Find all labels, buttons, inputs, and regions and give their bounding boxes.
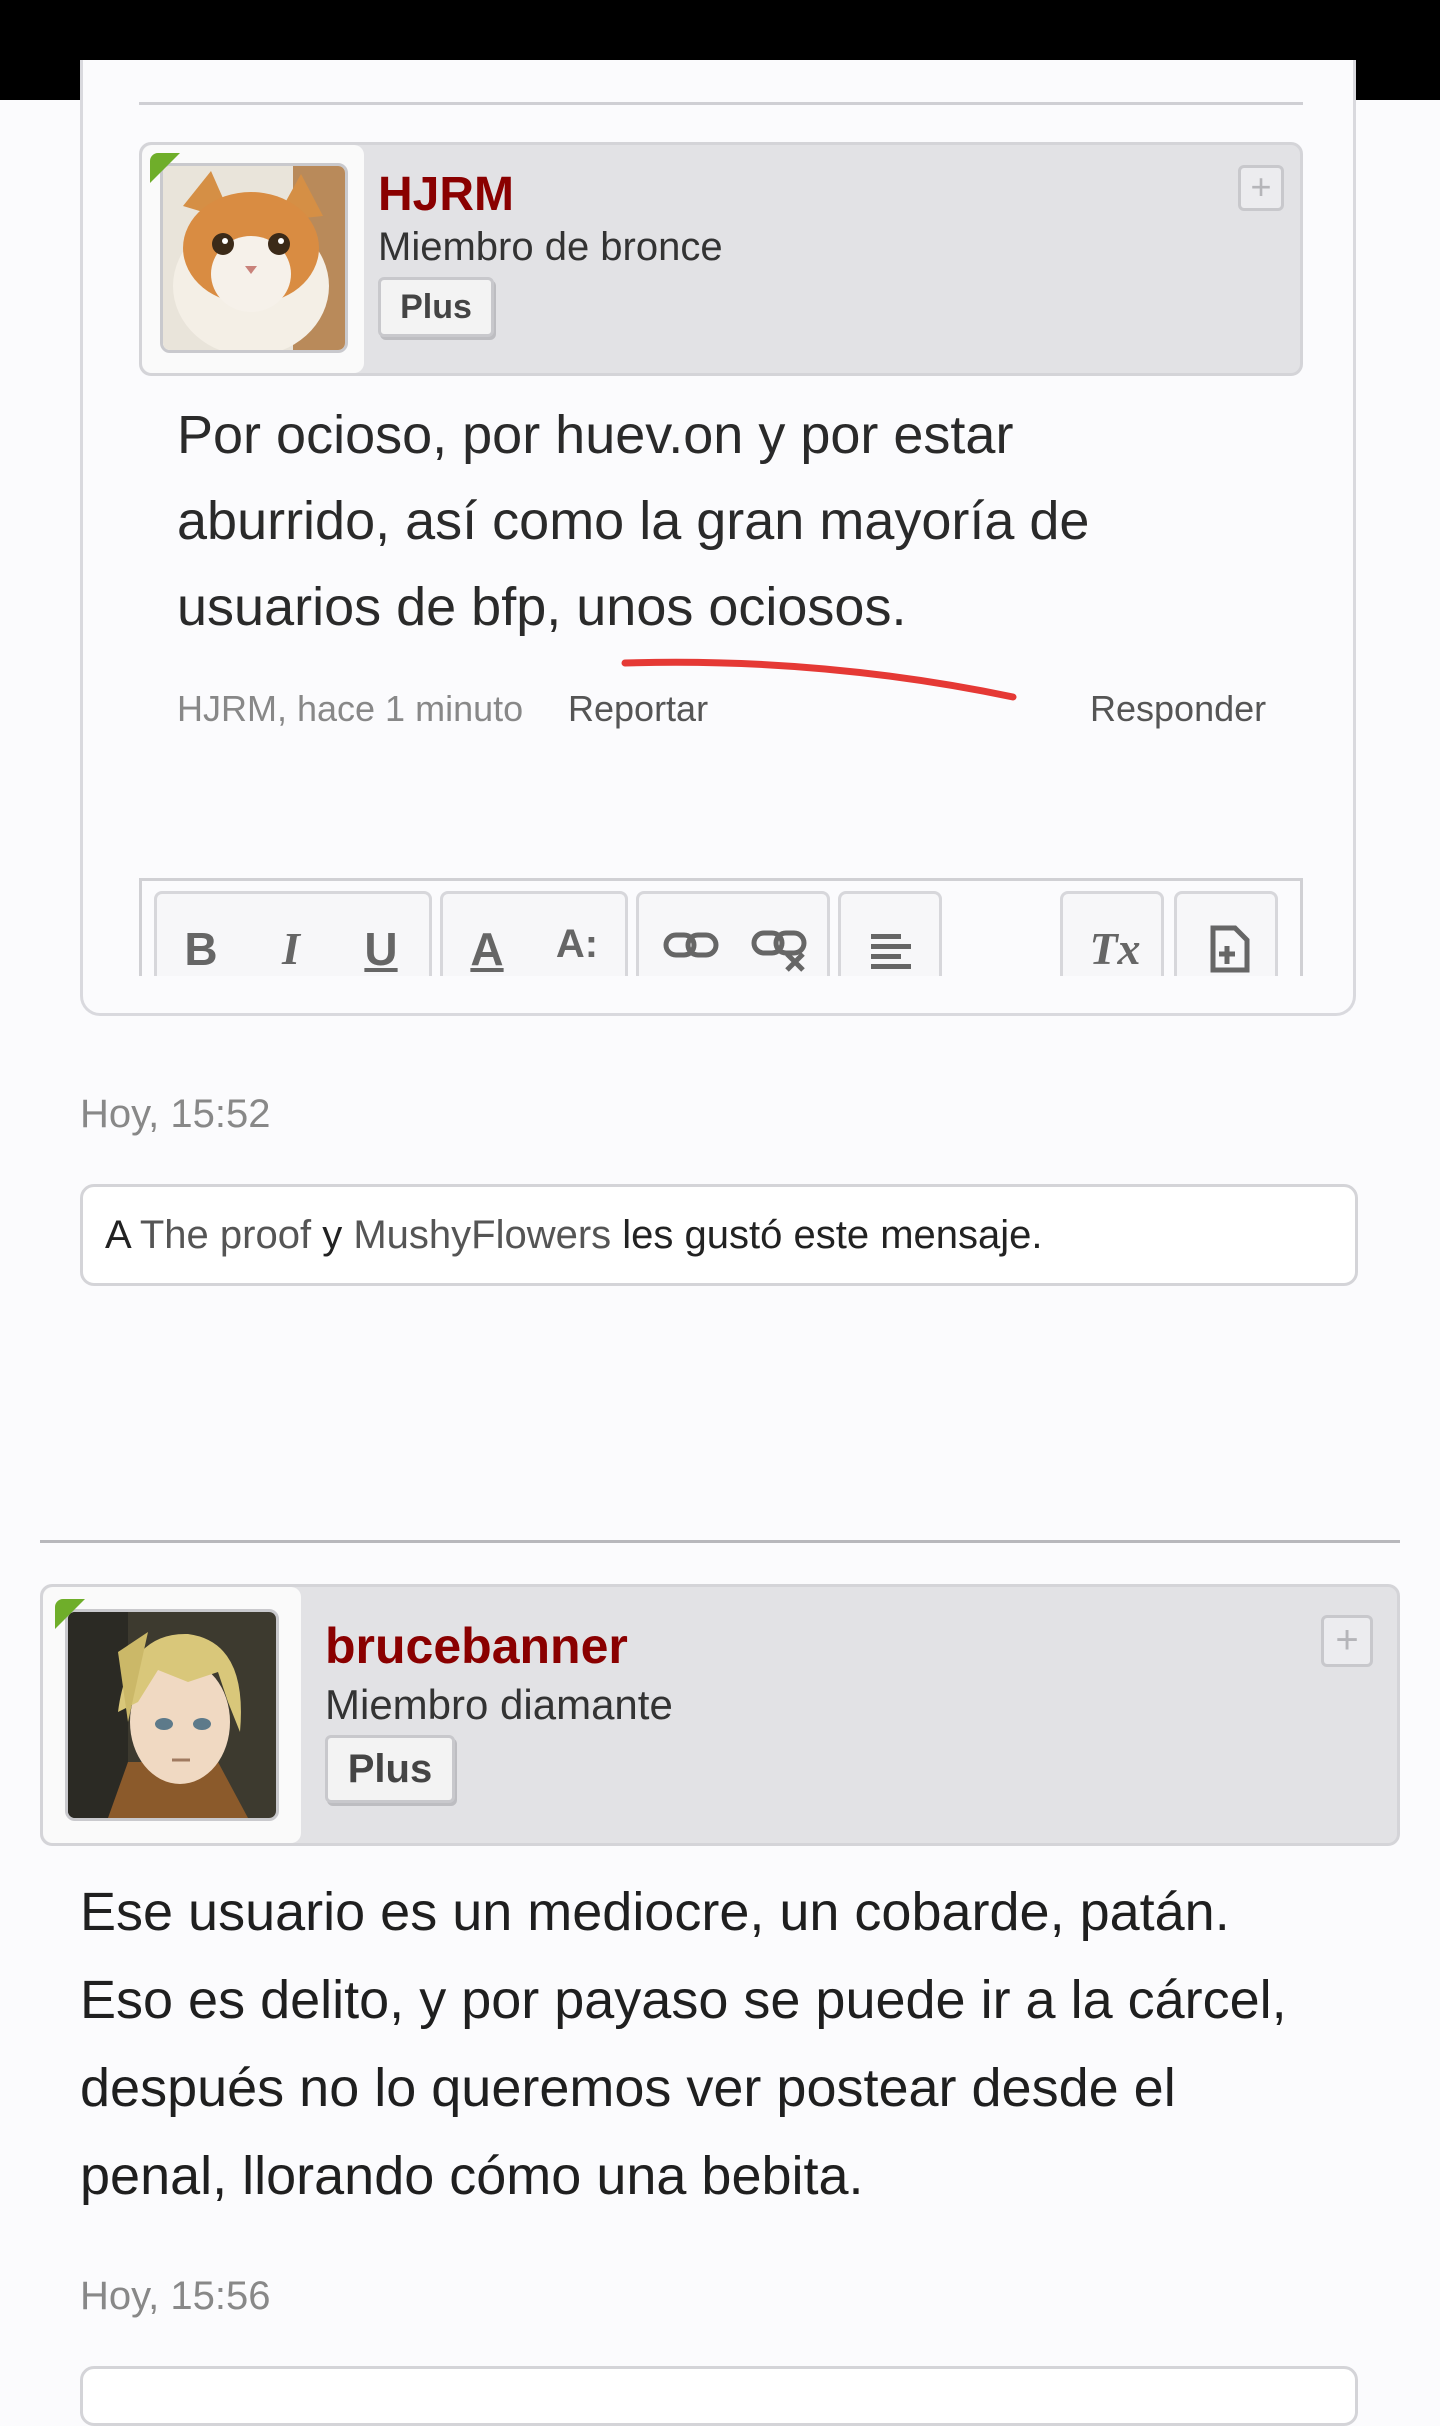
post-divider [40,1540,1400,1543]
text-style-group: B I U [154,891,432,976]
expand-button[interactable]: + [1238,165,1284,211]
link-group [636,891,830,976]
post-meta: HJRM, hace 1 minuto [177,688,524,729]
post-user-card: brucebanner Miembro diamante Plus + [40,1584,1400,1846]
cat-avatar-image [163,166,345,350]
username[interactable]: HJRM [378,167,514,222]
plus-badge: Plus [378,277,494,337]
link-icon[interactable] [663,930,719,960]
clear-format-group: Tx [1060,891,1164,976]
quoted-post: HJRM Miembro de bronce Plus + Por ocioso… [80,60,1356,1016]
italic-button[interactable]: I [261,922,321,975]
quote-divider [139,102,1303,105]
unlink-icon[interactable] [751,928,811,972]
bold-button[interactable]: B [171,922,231,976]
text-line: después no lo queremos ver postear desde… [80,2058,1176,2118]
likes-prefix: A [105,1213,140,1257]
user-rank: Miembro de bronce [378,225,723,269]
plugin-icon[interactable] [1205,924,1253,974]
likes-box: A The proof y MushyFlowers les gustó est… [80,1184,1358,1286]
align-left-icon[interactable] [869,930,913,970]
text-line: penal, llorando cómo una bebita. [80,2146,864,2206]
likes-suffix: les gustó este mensaje. [611,1213,1043,1257]
likes-box-partial [80,2366,1358,2426]
report-link[interactable]: Reportar [568,688,708,730]
align-group [838,891,942,976]
text-line: aburrido, así como la gran mayoría de [177,491,1090,551]
user-rank: Miembro diamante [325,1681,673,1728]
avatar[interactable] [65,1609,279,1821]
online-indicator [55,1599,85,1629]
font-size-button[interactable]: A: [547,922,607,967]
online-indicator [150,153,180,183]
text-line: Ese usuario es un mediocre, un cobarde, … [80,1882,1230,1942]
avatar-panel [142,145,364,373]
anime-avatar-image [68,1612,276,1818]
avatar[interactable] [160,163,348,353]
plugin-group [1174,891,1278,976]
post-timestamp: Hoy, 15:56 [80,2274,271,2318]
text-line: Por ocioso, por huev.on y por estar [177,405,1014,465]
plus-badge: Plus [325,1735,455,1803]
quoted-user-card: HJRM Miembro de bronce Plus + [139,142,1303,376]
post-timestamp: Hoy, 15:52 [80,1092,271,1136]
clear-format-button[interactable]: Tx [1085,922,1145,975]
quoted-message-text: Por ocioso, por huev.on y por estar abur… [177,392,1297,650]
text-line: Eso es delito, y por payaso se puede ir … [80,1970,1287,2030]
avatar-panel [43,1587,301,1843]
font-color-button[interactable]: A [457,922,517,976]
post-message-text: Ese usuario es un mediocre, un cobarde, … [80,1868,1380,2220]
reply-link[interactable]: Responder [1090,688,1266,730]
text-line: usuarios de bfp, unos ociosos. [177,577,907,637]
liker-link[interactable]: MushyFlowers [353,1213,611,1257]
likes-joiner: y [311,1213,354,1257]
expand-button[interactable]: + [1321,1615,1373,1667]
username[interactable]: brucebanner [325,1617,628,1675]
editor-toolbar: B I U A A: Tx [139,878,1303,976]
liker-link[interactable]: The proof [140,1213,311,1257]
font-group: A A: [440,891,628,976]
underline-button[interactable]: U [351,922,411,976]
